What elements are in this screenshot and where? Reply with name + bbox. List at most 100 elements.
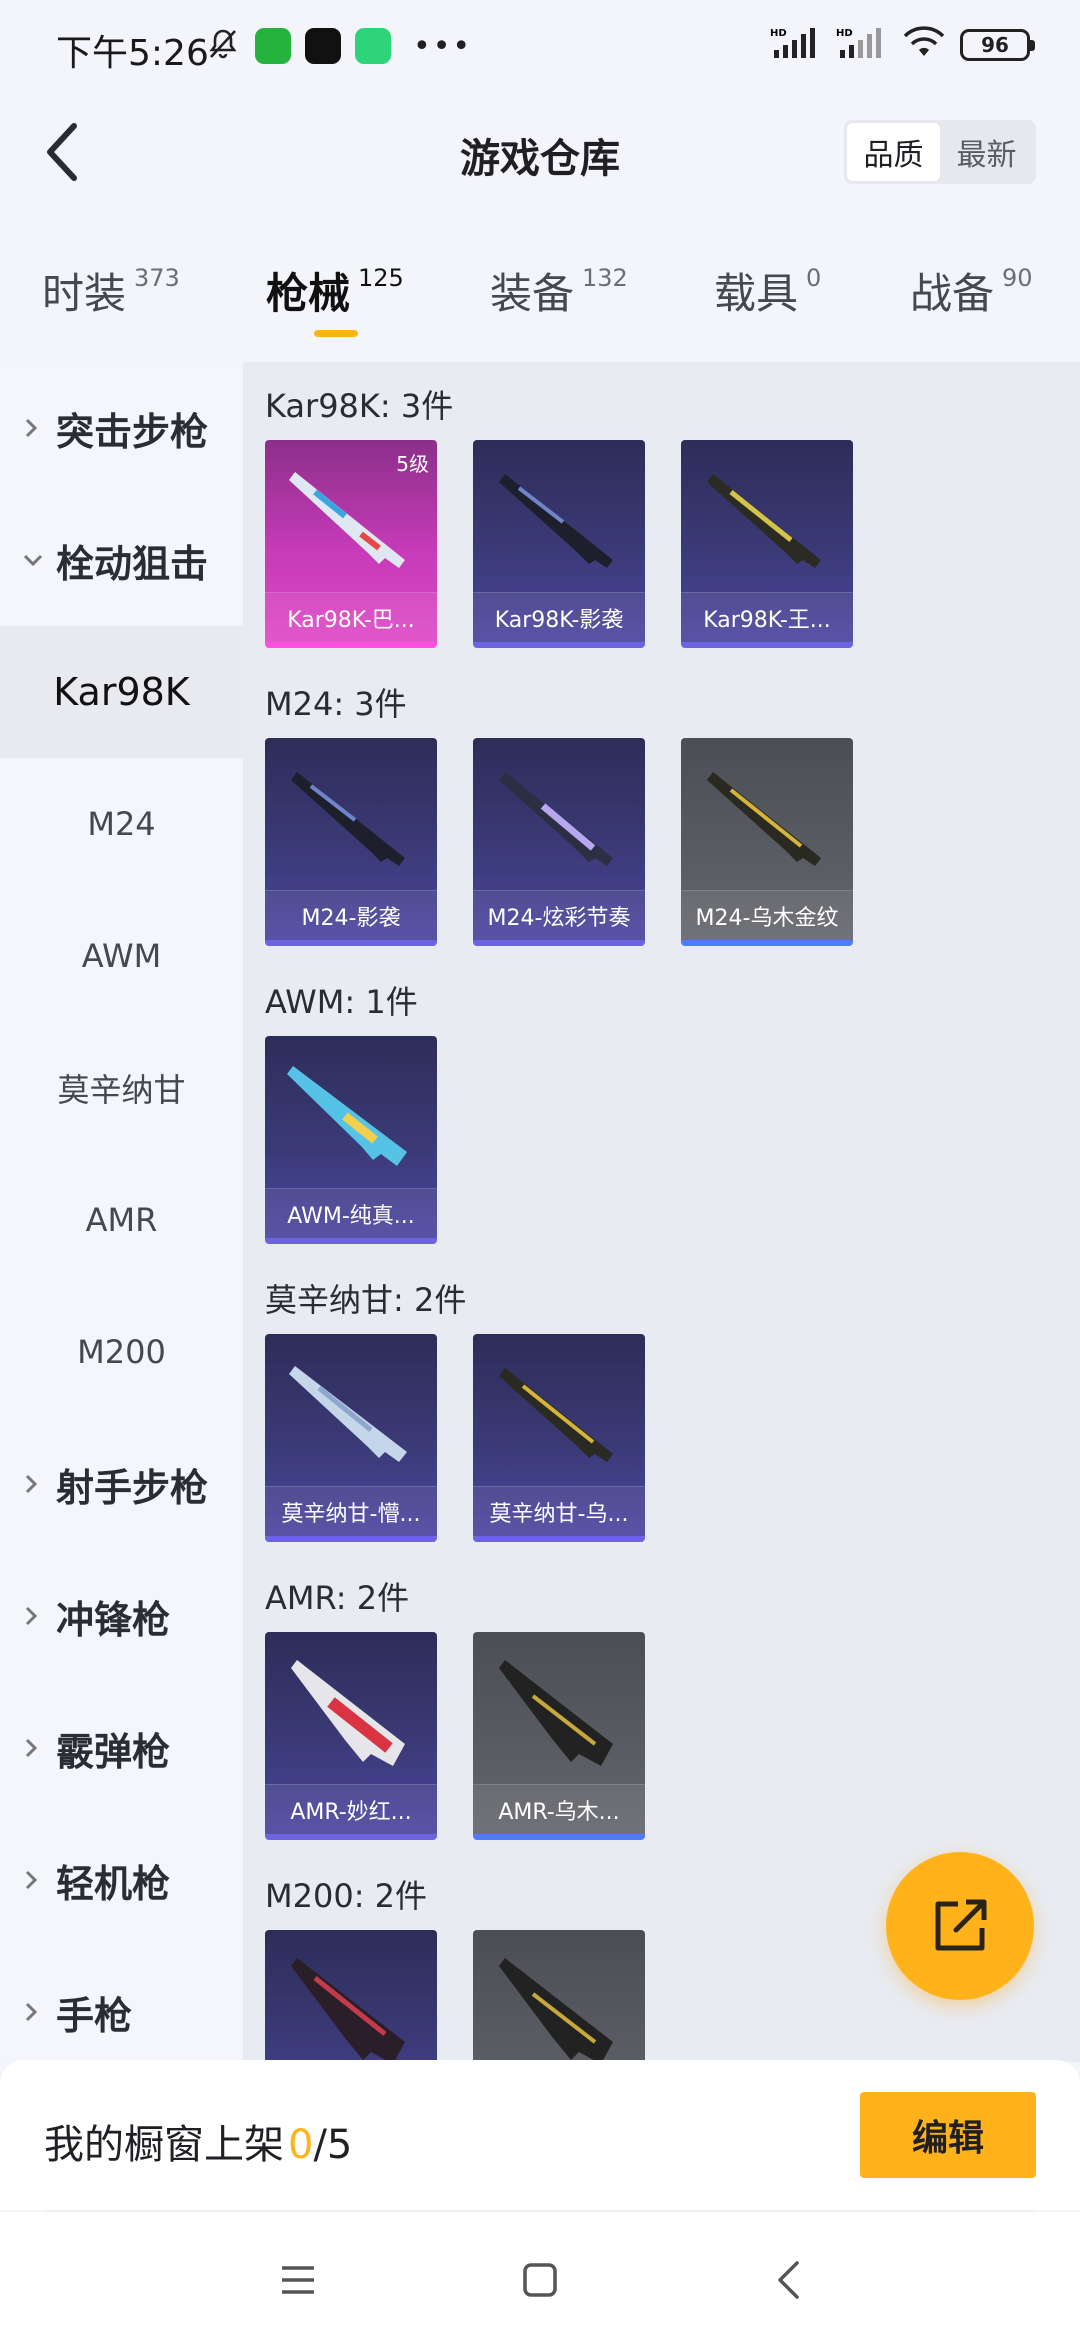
rifle-icon: [707, 772, 821, 866]
section-title: Kar98K: 3件: [265, 387, 454, 425]
rifle-icon: [499, 772, 613, 866]
category-tabs: 时装 373 枪械 125 装备 132 载具 0 战备 90: [0, 250, 1080, 350]
section-title: 莫辛纳甘: 2件: [265, 1281, 467, 1319]
nav-menu-button[interactable]: [268, 2250, 328, 2310]
tiktok-app-icon: [305, 28, 341, 64]
rifle-icon: [287, 1066, 407, 1166]
svg-text:HD: HD: [770, 28, 787, 39]
weapon-name: Kar98K-王...: [681, 592, 853, 642]
rifle-icon: [499, 1958, 613, 2062]
sort-toggle[interactable]: 品质 最新: [844, 120, 1036, 184]
tab-vehicles[interactable]: 载具 0: [714, 260, 821, 321]
sidebar-item-kar98k[interactable]: Kar98K: [0, 626, 243, 758]
section-m24: M24: 3件 M24-影袭 M24-炫彩节奏 M24-乌木金纹: [265, 682, 853, 946]
section-title: AMR: 2件: [265, 1579, 410, 1617]
section-mosin-nagant: 莫辛纳甘: 2件 莫辛纳甘-懵... 莫辛纳甘-乌...: [265, 1278, 645, 1542]
share-export-icon: [935, 1899, 987, 1951]
weapon-card[interactable]: [473, 1930, 645, 2062]
weapon-card[interactable]: Kar98K-影袭: [473, 440, 645, 648]
hd-signal-icon: HD: [836, 26, 888, 64]
showcase-bar: 我的橱窗上架 0 /5 编辑: [0, 2060, 1080, 2210]
section-kar98k: Kar98K: 3件 5级 Kar98K-巴... Kar98K-影袭 Kar9…: [265, 384, 853, 648]
weapon-card[interactable]: AMR-乌木...: [473, 1632, 645, 1840]
chevron-right-icon: [22, 1605, 44, 1627]
weapon-card[interactable]: M24-炫彩节奏: [473, 738, 645, 946]
section-awm: AWM: 1件 AWM-纯真...: [265, 980, 437, 1244]
weapon-name: Kar98K-影袭: [473, 592, 645, 642]
chevron-right-icon: [22, 2001, 44, 2023]
rifle-icon: [499, 474, 613, 568]
nav-back-button[interactable]: [758, 2250, 818, 2310]
tab-fashion[interactable]: 时装 373: [42, 260, 180, 321]
chevron-right-icon: [22, 1473, 44, 1495]
tab-supplies[interactable]: 战备 90: [910, 260, 1033, 321]
weapon-name: AMR-妙红...: [265, 1784, 437, 1834]
more-dots-icon: •••: [413, 28, 473, 64]
showcase-current-count: 0: [288, 2122, 314, 2168]
sidebar-item-m24[interactable]: M24: [0, 758, 243, 890]
chevron-right-icon: [22, 1737, 44, 1759]
showcase-total-count: /5: [313, 2122, 353, 2168]
nav-home-button[interactable]: [510, 2250, 570, 2310]
svg-text:HD: HD: [836, 28, 853, 39]
sidebar-item-assault-rifle[interactable]: 突击步枪: [0, 362, 243, 494]
weapon-card[interactable]: M24-乌木金纹: [681, 738, 853, 946]
weapon-card[interactable]: 莫辛纳甘-乌...: [473, 1334, 645, 1542]
edit-button[interactable]: 编辑: [860, 2092, 1036, 2178]
sidebar-item-lmg[interactable]: 轻机枪: [0, 1814, 243, 1946]
sort-by-newest[interactable]: 最新: [940, 123, 1033, 181]
weapon-name: AWM-纯真...: [265, 1188, 437, 1238]
sidebar-item-bolt-sniper[interactable]: 栓动狙击: [0, 494, 243, 626]
weapon-sidebar: 突击步枪 栓动狙击 Kar98K M24 AWM 莫辛纳甘 AMR M200 射…: [0, 362, 243, 2062]
sidebar-item-awm[interactable]: AWM: [0, 890, 243, 1022]
weapon-name: Kar98K-巴...: [265, 592, 437, 642]
weapon-card[interactable]: 5级 Kar98K-巴...: [265, 440, 437, 648]
rifle-icon: [289, 1366, 407, 1462]
home-square-icon: [523, 2263, 557, 2297]
weapon-card[interactable]: [265, 1930, 437, 2062]
section-m200: M200: 2件: [265, 1874, 645, 2062]
battery-icon: 96: [960, 29, 1035, 61]
sidebar-item-mosin-nagant[interactable]: 莫辛纳甘: [0, 1022, 243, 1154]
rifle-icon: [291, 1660, 405, 1766]
tab-equipment[interactable]: 装备 132: [490, 260, 628, 321]
tab-firearms[interactable]: 枪械 125: [266, 260, 404, 321]
section-title: M200: 2件: [265, 1877, 428, 1915]
section-amr: AMR: 2件 AMR-妙红... AMR-乌木...: [265, 1576, 645, 1840]
sidebar-item-pistol[interactable]: 手枪: [0, 1946, 243, 2078]
sidebar-item-smg[interactable]: 冲锋枪: [0, 1550, 243, 1682]
weapon-card[interactable]: AWM-纯真...: [265, 1036, 437, 1244]
sort-by-quality[interactable]: 品质: [847, 123, 940, 181]
sidebar-item-shotgun[interactable]: 霰弹枪: [0, 1682, 243, 1814]
chevron-right-icon: [22, 417, 44, 439]
weapon-card[interactable]: 莫辛纳甘-懵...: [265, 1334, 437, 1542]
section-title: AWM: 1件: [265, 983, 418, 1021]
weapon-name: AMR-乌木...: [473, 1784, 645, 1834]
sidebar-item-marksman-rifle[interactable]: 射手步枪: [0, 1418, 243, 1550]
iqiyi-app-icon: [255, 28, 291, 64]
weapon-name: M24-炫彩节奏: [473, 890, 645, 940]
weapon-card[interactable]: AMR-妙红...: [265, 1632, 437, 1840]
wifi-icon: [902, 26, 946, 64]
weapon-name: M24-影袭: [265, 890, 437, 940]
weapon-card[interactable]: Kar98K-王...: [681, 440, 853, 648]
weapon-name: M24-乌木金纹: [681, 890, 853, 940]
share-fab-button[interactable]: [886, 1852, 1034, 2000]
status-left-icons: •••: [205, 26, 472, 66]
sidebar-item-m200[interactable]: M200: [0, 1286, 243, 1418]
section-title: M24: 3件: [265, 685, 407, 723]
app-header: 游戏仓库 品质 最新: [0, 90, 1080, 215]
chevron-right-icon: [22, 1869, 44, 1891]
sidebar-item-amr[interactable]: AMR: [0, 1154, 243, 1286]
weapon-grid: Kar98K: 3件 5级 Kar98K-巴... Kar98K-影袭 Kar9…: [243, 362, 1080, 2062]
weapon-card[interactable]: M24-影袭: [265, 738, 437, 946]
rifle-icon: [499, 1368, 613, 1462]
active-tab-indicator: [314, 330, 358, 337]
rifle-icon: [291, 1958, 405, 2062]
weapon-name: 莫辛纳甘-懵...: [265, 1486, 437, 1536]
status-time: 下午5:26: [56, 33, 209, 74]
chevron-down-icon: [22, 549, 44, 571]
weapon-name: 莫辛纳甘-乌...: [473, 1486, 645, 1536]
showcase-status: 我的橱窗上架 0 /5: [44, 2122, 353, 2168]
mute-bell-icon: [205, 26, 241, 66]
